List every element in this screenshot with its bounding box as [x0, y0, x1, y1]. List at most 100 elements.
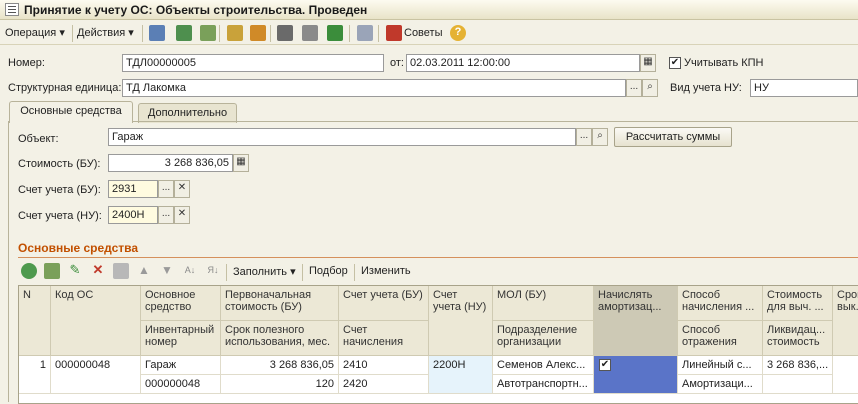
- move-down-icon[interactable]: ▼: [159, 263, 175, 279]
- toolbar-separator: [378, 25, 379, 42]
- delete-icon[interactable]: ✕: [90, 263, 106, 279]
- toolbar-separator: [72, 25, 73, 42]
- section-title: Основные средства: [18, 241, 139, 255]
- column-header-accrual-account[interactable]: Счет начисления: [339, 321, 429, 356]
- cell-department[interactable]: Автотранспортн...: [493, 375, 594, 394]
- column-header-department[interactable]: Подразделение организации: [493, 321, 594, 356]
- cell-account-nu[interactable]: 2200Н: [429, 356, 493, 394]
- move-up-icon[interactable]: ▲: [136, 263, 152, 279]
- search-icon[interactable]: ⌕: [642, 79, 658, 97]
- column-header-code[interactable]: Код ОС: [51, 286, 141, 356]
- cell-reflection[interactable]: Амортизаци...: [678, 375, 763, 394]
- cell-method[interactable]: Линейный с...: [678, 356, 763, 375]
- refresh-icon[interactable]: [176, 25, 192, 41]
- post-icon[interactable]: [149, 25, 165, 41]
- sort-asc-icon[interactable]: A↓: [182, 263, 198, 279]
- object-field[interactable]: Гараж: [108, 128, 576, 146]
- movements-icon[interactable]: [277, 25, 293, 41]
- cell-term[interactable]: [833, 356, 858, 394]
- cost-label: Стоимость (БУ):: [18, 158, 101, 170]
- cell-mol[interactable]: Семенов Алекс...: [493, 356, 594, 375]
- cell-inventory[interactable]: 000000048: [141, 375, 221, 394]
- toolbar-separator: [226, 264, 227, 281]
- amortization-checkbox[interactable]: ✔: [599, 359, 611, 371]
- sort-desc-icon[interactable]: Я↓: [205, 263, 221, 279]
- cell-initial-cost[interactable]: 3 268 836,05: [221, 356, 339, 375]
- help-icon[interactable]: ?: [450, 25, 466, 41]
- clear-icon[interactable]: ✕: [174, 180, 190, 198]
- nu-label: Вид учета НУ:: [670, 82, 742, 94]
- calculator-icon[interactable]: ▦: [233, 154, 249, 172]
- date-label: от:: [390, 57, 404, 69]
- account-bu-field[interactable]: 2931: [108, 180, 158, 198]
- toolbar-separator: [349, 25, 350, 42]
- cell-account-bu[interactable]: 2410: [339, 356, 429, 375]
- toolbar-separator: [354, 264, 355, 281]
- column-header-asset[interactable]: Основное средство: [141, 286, 221, 321]
- tips-button[interactable]: Советы: [404, 25, 442, 41]
- date-field[interactable]: 02.03.2011 12:00:00: [406, 54, 640, 72]
- search-icon[interactable]: ⌕: [592, 128, 608, 146]
- cell-liquidation[interactable]: [763, 375, 833, 394]
- account-nu-field[interactable]: 2400Н: [108, 206, 158, 224]
- calendar-icon[interactable]: ▦: [640, 54, 656, 72]
- column-header-mol[interactable]: МОЛ (БУ): [493, 286, 594, 321]
- print-icon[interactable]: [357, 25, 373, 41]
- column-header-inventory[interactable]: Инвентарный номер: [141, 321, 221, 356]
- column-header-useful-life[interactable]: Срок полезного использования, мес.: [221, 321, 339, 356]
- report-icon[interactable]: [302, 25, 318, 41]
- column-header-account-bu[interactable]: Счет учета (БУ): [339, 286, 429, 321]
- structure-icon[interactable]: [250, 25, 266, 41]
- cost-field[interactable]: 3 268 836,05: [108, 154, 233, 172]
- tab-main-assets[interactable]: Основные средства: [9, 101, 133, 123]
- toolbar-separator: [219, 25, 220, 42]
- column-header-n[interactable]: N: [19, 286, 51, 356]
- cell-cost-deduction[interactable]: 3 268 836,...: [763, 356, 833, 375]
- toolbar-separator: [302, 264, 303, 281]
- actions-menu[interactable]: Действия ▾: [77, 25, 134, 41]
- column-header-amortization[interactable]: Начислять амортизац...: [594, 286, 678, 356]
- unit-field[interactable]: ТД Лакомка: [122, 79, 626, 97]
- column-header-initial-cost[interactable]: Первоначальная стоимость (БУ): [221, 286, 339, 321]
- cell-accrual-account[interactable]: 2420: [339, 375, 429, 394]
- copy-icon[interactable]: [200, 25, 216, 41]
- copy-row-icon[interactable]: [44, 263, 60, 279]
- column-header-liquidation[interactable]: Ликвидац... стоимость: [763, 321, 833, 356]
- column-header-account-nu[interactable]: Счет учета (НУ): [429, 286, 493, 356]
- edit-icon[interactable]: ✎: [67, 263, 83, 279]
- change-button[interactable]: Изменить: [361, 265, 411, 277]
- number-field[interactable]: ТДЛ00000005: [122, 54, 384, 72]
- based-on-icon[interactable]: [227, 25, 243, 41]
- select-button[interactable]: ...: [626, 79, 642, 97]
- debit-credit-icon[interactable]: [327, 25, 343, 41]
- column-header-reflection[interactable]: Способ отражения: [678, 321, 763, 356]
- cell-useful-life[interactable]: 120: [221, 375, 339, 394]
- cell-asset[interactable]: Гараж: [141, 356, 221, 375]
- fill-menu[interactable]: Заполнить ▾: [233, 265, 296, 278]
- column-header-term[interactable]: Срок вык...: [833, 286, 858, 356]
- end-edit-icon[interactable]: [113, 263, 129, 279]
- title-bar: Принятие к учету ОС: Объекты строительст…: [0, 0, 858, 20]
- nu-field[interactable]: НУ: [750, 79, 858, 97]
- section-divider: [18, 257, 858, 258]
- select-button[interactable]: ...: [158, 206, 174, 224]
- object-label: Объект:: [18, 133, 59, 145]
- pick-button[interactable]: Подбор: [309, 265, 348, 277]
- cell-amortization[interactable]: ✔: [594, 356, 678, 394]
- select-button[interactable]: ...: [158, 180, 174, 198]
- column-header-method[interactable]: Способ начисления ...: [678, 286, 763, 321]
- operation-menu[interactable]: Операция ▾: [5, 25, 65, 41]
- unit-label: Структурная единица:: [8, 82, 122, 94]
- column-header-cost-deduction[interactable]: Стоимость для выч. ...: [763, 286, 833, 321]
- tab-additional[interactable]: Дополнительно: [138, 103, 237, 123]
- tips-icon[interactable]: [386, 25, 402, 41]
- table-row-number[interactable]: 1: [19, 356, 51, 394]
- cell-code[interactable]: 000000048: [51, 356, 141, 394]
- calculate-sums-button[interactable]: Рассчитать суммы: [614, 127, 732, 147]
- kpn-label: Учитывать КПН: [684, 57, 764, 69]
- document-icon: [5, 3, 19, 16]
- select-button[interactable]: ...: [576, 128, 592, 146]
- kpn-checkbox[interactable]: ✔: [669, 57, 681, 69]
- add-row-icon[interactable]: [21, 263, 37, 279]
- clear-icon[interactable]: ✕: [174, 206, 190, 224]
